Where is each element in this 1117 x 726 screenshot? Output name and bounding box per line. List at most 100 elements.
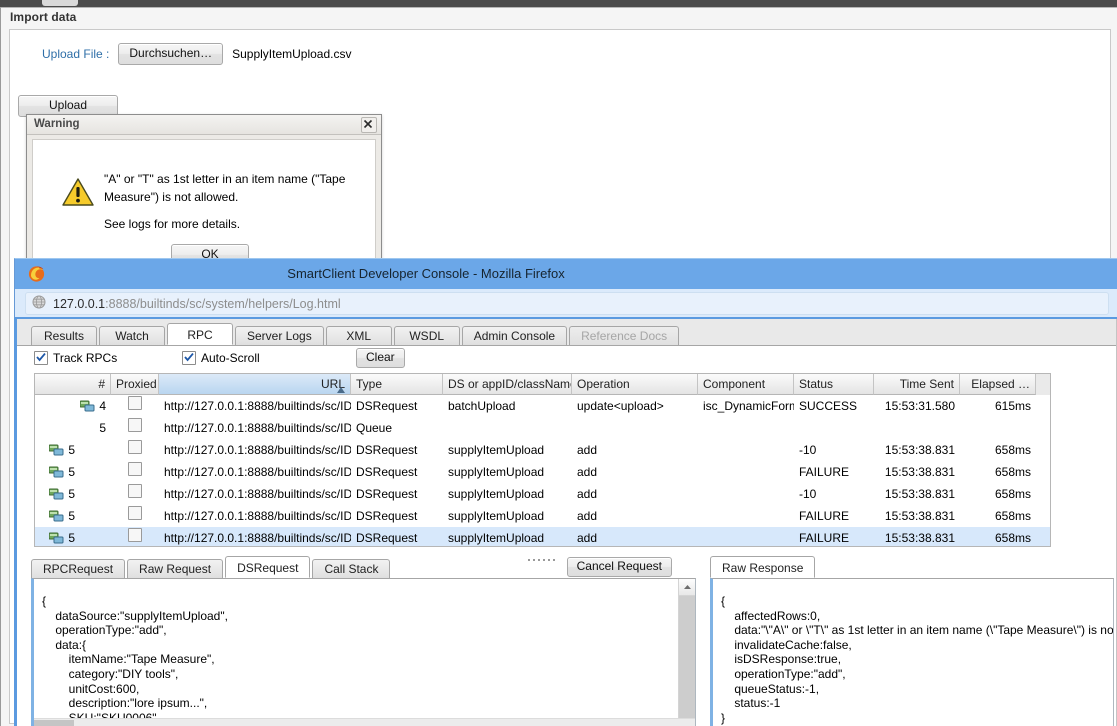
checkbox-box[interactable] bbox=[128, 396, 142, 410]
cell-sequence-number: 5 bbox=[35, 417, 111, 439]
table-row[interactable]: 5 http://127.0.0.1:8888/builtinds/sc/IDAC… bbox=[35, 527, 1050, 546]
checkbox-box[interactable] bbox=[128, 462, 142, 476]
checkbox-box[interactable] bbox=[128, 418, 142, 432]
tab-call-stack[interactable]: Call Stack bbox=[312, 559, 391, 578]
checkbox-box[interactable] bbox=[128, 506, 142, 520]
request-scroll-thumb[interactable] bbox=[679, 596, 695, 726]
column-header-proxied[interactable]: Proxied bbox=[111, 374, 159, 395]
table-row[interactable]: 5 http://127.0.0.1:8888/builtinds/sc/IDAC… bbox=[35, 505, 1050, 527]
cell-status: FAILURE bbox=[799, 509, 850, 523]
table-row[interactable]: 5 http://127.0.0.1:8888/builtinds/sc/IDAC… bbox=[35, 461, 1050, 483]
request-vertical-scrollbar[interactable] bbox=[678, 579, 695, 726]
cell-ds: supplyItemUpload bbox=[448, 487, 545, 501]
tab-label: RPCRequest bbox=[43, 562, 114, 576]
tab-xml[interactable]: XML bbox=[325, 326, 392, 345]
sort-ascending-icon bbox=[337, 379, 345, 394]
cell-ds: supplyItemUpload bbox=[448, 465, 545, 479]
url-path: :8888/builtinds/sc/system/helpers/Log.ht… bbox=[105, 296, 341, 311]
cell-component: isc_DynamicForm… bbox=[703, 399, 794, 413]
cell-operation: update<upload> bbox=[577, 399, 664, 413]
cell-status: -10 bbox=[799, 487, 817, 501]
vertical-splitter[interactable] bbox=[696, 556, 703, 726]
tab-label: Watch bbox=[115, 329, 149, 343]
request-horizontal-scrollbar[interactable] bbox=[34, 718, 695, 726]
cell-proxied-checkbox[interactable] bbox=[111, 527, 159, 546]
column-header-url[interactable]: URL bbox=[159, 374, 351, 395]
tab-watch[interactable]: Watch bbox=[99, 326, 165, 345]
globe-icon bbox=[32, 295, 46, 312]
cell-ds bbox=[443, 417, 572, 439]
cell-elapsed: 658ms bbox=[994, 531, 1031, 545]
column-header-elapsed-[interactable]: Elapsed … bbox=[960, 374, 1036, 395]
tab-wsdl[interactable]: WSDL bbox=[393, 326, 460, 345]
close-icon[interactable] bbox=[361, 117, 377, 133]
cell-operation: add bbox=[577, 487, 598, 501]
tab-dsrequest[interactable]: DSRequest bbox=[225, 556, 311, 578]
cell-proxied-checkbox[interactable] bbox=[111, 483, 159, 505]
url-bar[interactable]: 127.0.0.1:8888/builtinds/sc/system/helpe… bbox=[25, 292, 1109, 315]
column-header-time-sent[interactable]: Time Sent bbox=[874, 374, 960, 395]
cell-proxied-checkbox[interactable] bbox=[111, 417, 159, 439]
warning-dialog-titlebar: Warning bbox=[27, 115, 381, 135]
cell-elapsed: 658ms bbox=[994, 465, 1031, 479]
track-rpcs-checkbox[interactable]: Track RPCs bbox=[34, 351, 117, 365]
auto-scroll-checkbox[interactable]: Auto-Scroll bbox=[182, 351, 260, 365]
table-row[interactable]: 5 http://127.0.0.1:8888/builtinds/sc/IDAC… bbox=[35, 417, 1050, 439]
cell-url: http://127.0.0.1:8888/builtinds/sc/IDACa… bbox=[164, 465, 351, 479]
tab-server-logs[interactable]: Server Logs bbox=[235, 326, 324, 345]
cell-status: FAILURE bbox=[799, 465, 850, 479]
table-row[interactable]: 4 http://127.0.0.1:8888/builtinds/sc/IDAC… bbox=[35, 395, 1050, 417]
cell-text: 5 bbox=[68, 509, 75, 523]
column-header-operation[interactable]: Operation bbox=[572, 374, 698, 395]
response-code-box[interactable]: { affectedRows:0, data:"\"A\" or \"T\" a… bbox=[710, 578, 1114, 726]
tab-label: DSRequest bbox=[237, 561, 299, 575]
checkbox-box bbox=[182, 351, 196, 365]
cell-proxied-checkbox[interactable] bbox=[111, 395, 159, 417]
checkbox-box[interactable] bbox=[128, 528, 142, 542]
tab-admin-console[interactable]: Admin Console bbox=[461, 326, 568, 345]
cell-time-sent: 15:53:38.831 bbox=[884, 531, 955, 545]
column-header-component[interactable]: Component bbox=[698, 374, 794, 395]
request-code: { dataSource:"supplyItemUpload", operati… bbox=[42, 594, 228, 726]
scroll-up-icon[interactable] bbox=[679, 579, 695, 596]
tab-reference-docs: Reference Docs bbox=[569, 326, 680, 345]
column-header-ds-or-appid-classname[interactable]: DS or appID/className bbox=[443, 374, 572, 395]
request-code-box[interactable]: { dataSource:"supplyItemUpload", operati… bbox=[31, 578, 696, 726]
checkbox-box[interactable] bbox=[128, 484, 142, 498]
response-detail-panel: Raw Response { affectedRows:0, data:"\"A… bbox=[696, 556, 1114, 726]
tab-rpc[interactable]: RPC bbox=[167, 323, 233, 345]
tab-results[interactable]: Results bbox=[31, 326, 97, 345]
browse-button[interactable]: Durchsuchen… bbox=[118, 43, 224, 65]
cell-component bbox=[698, 461, 794, 483]
selected-file-name: SupplyItemUpload.csv bbox=[232, 47, 352, 61]
column-header-status[interactable]: Status bbox=[794, 374, 874, 395]
cell-sequence-number: 5 bbox=[35, 505, 111, 527]
upload-file-label: Upload File : bbox=[42, 47, 110, 61]
cell-text: 4 bbox=[99, 399, 106, 413]
cell-component bbox=[698, 417, 794, 439]
cell-type: DSRequest bbox=[356, 399, 418, 413]
checkbox-box[interactable] bbox=[128, 440, 142, 454]
column-header-label: Time Sent bbox=[899, 377, 954, 391]
screen-root: Import data Upload File : Durchsuchen… S… bbox=[0, 0, 1117, 726]
cell-component bbox=[698, 505, 794, 527]
clear-button[interactable]: Clear bbox=[356, 348, 405, 368]
column-header-label: Component bbox=[703, 377, 766, 391]
column-header-label: Proxied bbox=[116, 377, 157, 391]
cell-proxied-checkbox[interactable] bbox=[111, 505, 159, 527]
table-row[interactable]: 5 http://127.0.0.1:8888/builtinds/sc/IDAC… bbox=[35, 483, 1050, 505]
column-header-type[interactable]: Type bbox=[351, 374, 443, 395]
tab-rpcrequest[interactable]: RPCRequest bbox=[31, 559, 126, 578]
cancel-request-button[interactable]: Cancel Request bbox=[566, 557, 672, 577]
request-hscroll-thumb[interactable] bbox=[34, 720, 74, 726]
cell-proxied-checkbox[interactable] bbox=[111, 439, 159, 461]
cell-proxied-checkbox[interactable] bbox=[111, 461, 159, 483]
table-row[interactable]: 5 http://127.0.0.1:8888/builtinds/sc/IDAC… bbox=[35, 439, 1050, 461]
os-window-tab[interactable] bbox=[42, 0, 78, 6]
horizontal-splitter[interactable] bbox=[34, 549, 1051, 561]
column-header--[interactable]: # bbox=[35, 374, 111, 395]
cell-type: Queue bbox=[356, 421, 393, 435]
firefox-titlebar: SmartClient Developer Console - Mozilla … bbox=[14, 258, 1117, 289]
tab-raw-request[interactable]: Raw Request bbox=[127, 559, 224, 578]
tab-raw-response[interactable]: Raw Response bbox=[710, 556, 816, 578]
